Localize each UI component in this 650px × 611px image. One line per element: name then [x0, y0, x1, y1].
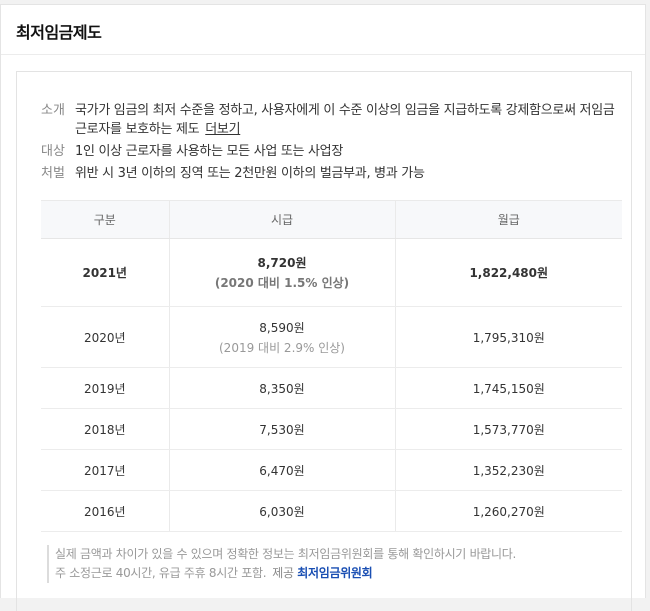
table-row: 2021년 8,720원 (2020 대비 1.5% 인상) 1,822,480…: [41, 238, 622, 307]
basis-line: 주 소정근로 40시간, 유급 주휴 8시간 포함. 제공 최저임금위원회: [55, 564, 617, 583]
monthly-cell: 1,822,480원: [394, 238, 622, 307]
hourly-value: 8,720원: [257, 256, 307, 270]
more-link[interactable]: 더보기: [205, 122, 240, 137]
penalty-text: 위반 시 3년 이하의 징역 또는 2천만원 이하의 벌금부과, 병과 가능: [75, 166, 425, 181]
basis-text: 주 소정근로 40시간, 유급 주휴 8시간 포함.: [55, 566, 267, 580]
monthly-cell: 1,260,270원: [394, 490, 622, 532]
monthly-cell: 1,795,310원: [394, 306, 622, 368]
target-text: 1인 이상 근로자를 사용하는 모든 사업 또는 사업장: [75, 144, 343, 159]
hourly-cell: 8,720원 (2020 대비 1.5% 인상): [168, 238, 395, 307]
year-cell: 2017년: [41, 449, 169, 491]
intro-row: 소개 국가가 임금의 최저 수준을 정하고, 사용자에게 이 수준 이상의 임금…: [41, 101, 621, 139]
wage-table: 구분 시급 월급 2021년 8,720원 (2020 대비 1.5% 인상) …: [41, 200, 622, 532]
hourly-increase-note: (2019 대비 2.9% 인상): [219, 340, 345, 355]
table-header-row: 구분 시급 월급: [41, 200, 622, 239]
hourly-increase-note: (2020 대비 1.5% 인상): [214, 276, 350, 290]
table-row: 2017년 6,470원 1,352,230원: [41, 449, 622, 491]
table-row: 2016년 6,030원 1,260,270원: [41, 490, 622, 532]
monthly-cell: 1,352,230원: [394, 449, 622, 491]
table-row: 2019년 8,350원 1,745,150원: [41, 367, 622, 409]
header-category: 구분: [41, 200, 169, 239]
intro-text: 국가가 임금의 최저 수준을 정하고, 사용자에게 이 수준 이상의 임금을 지…: [75, 103, 615, 137]
minimum-wage-card: 최저임금제도 소개 국가가 임금의 최저 수준을 정하고, 사용자에게 이 수준…: [0, 4, 646, 611]
year-cell: 2020년: [41, 306, 169, 368]
target-label: 대상: [41, 144, 65, 159]
header-hourly: 시급: [168, 200, 395, 239]
info-section: 소개 국가가 임금의 최저 수준을 정하고, 사용자에게 이 수준 이상의 임금…: [41, 101, 621, 186]
hourly-cell: 7,530원: [168, 408, 395, 450]
title-bar: 최저임금제도: [1, 5, 645, 55]
disclaimer-note: 실제 금액과 차이가 있을 수 있으며 정확한 정보는 최저임금위원회를 통해 …: [47, 545, 617, 583]
year-cell: 2021년: [41, 238, 169, 307]
year-cell: 2016년: [41, 490, 169, 532]
penalty-row: 처벌 위반 시 3년 이하의 징역 또는 2천만원 이하의 벌금부과, 병과 가…: [41, 164, 621, 183]
year-cell: 2019년: [41, 367, 169, 409]
hourly-value: 8,590원: [259, 320, 305, 335]
content-box: 소개 국가가 임금의 최저 수준을 정하고, 사용자에게 이 수준 이상의 임금…: [16, 71, 632, 611]
monthly-cell: 1,745,150원: [394, 367, 622, 409]
hourly-cell: 8,350원: [168, 367, 395, 409]
hourly-cell: 8,590원 (2019 대비 2.9% 인상): [168, 306, 395, 368]
page-title: 최저임금제도: [16, 23, 102, 42]
monthly-cell: 1,573,770원: [394, 408, 622, 450]
penalty-label: 처벌: [41, 166, 65, 181]
target-row: 대상 1인 이상 근로자를 사용하는 모든 사업 또는 사업장: [41, 142, 621, 161]
table-row: 2020년 8,590원 (2019 대비 2.9% 인상) 1,795,310…: [41, 306, 622, 368]
intro-text-wrap: 국가가 임금의 최저 수준을 정하고, 사용자에게 이 수준 이상의 임금을 지…: [75, 101, 621, 139]
intro-label: 소개: [41, 103, 65, 118]
provider-link[interactable]: 최저임금위원회: [297, 566, 372, 580]
header-monthly: 월급: [394, 200, 622, 239]
provider-label: 제공: [272, 566, 294, 580]
hourly-cell: 6,470원: [168, 449, 395, 491]
disclaimer-text: 실제 금액과 차이가 있을 수 있으며 정확한 정보는 최저임금위원회를 통해 …: [55, 547, 517, 561]
year-cell: 2018년: [41, 408, 169, 450]
hourly-cell: 6,030원: [168, 490, 395, 532]
table-row: 2018년 7,530원 1,573,770원: [41, 408, 622, 450]
